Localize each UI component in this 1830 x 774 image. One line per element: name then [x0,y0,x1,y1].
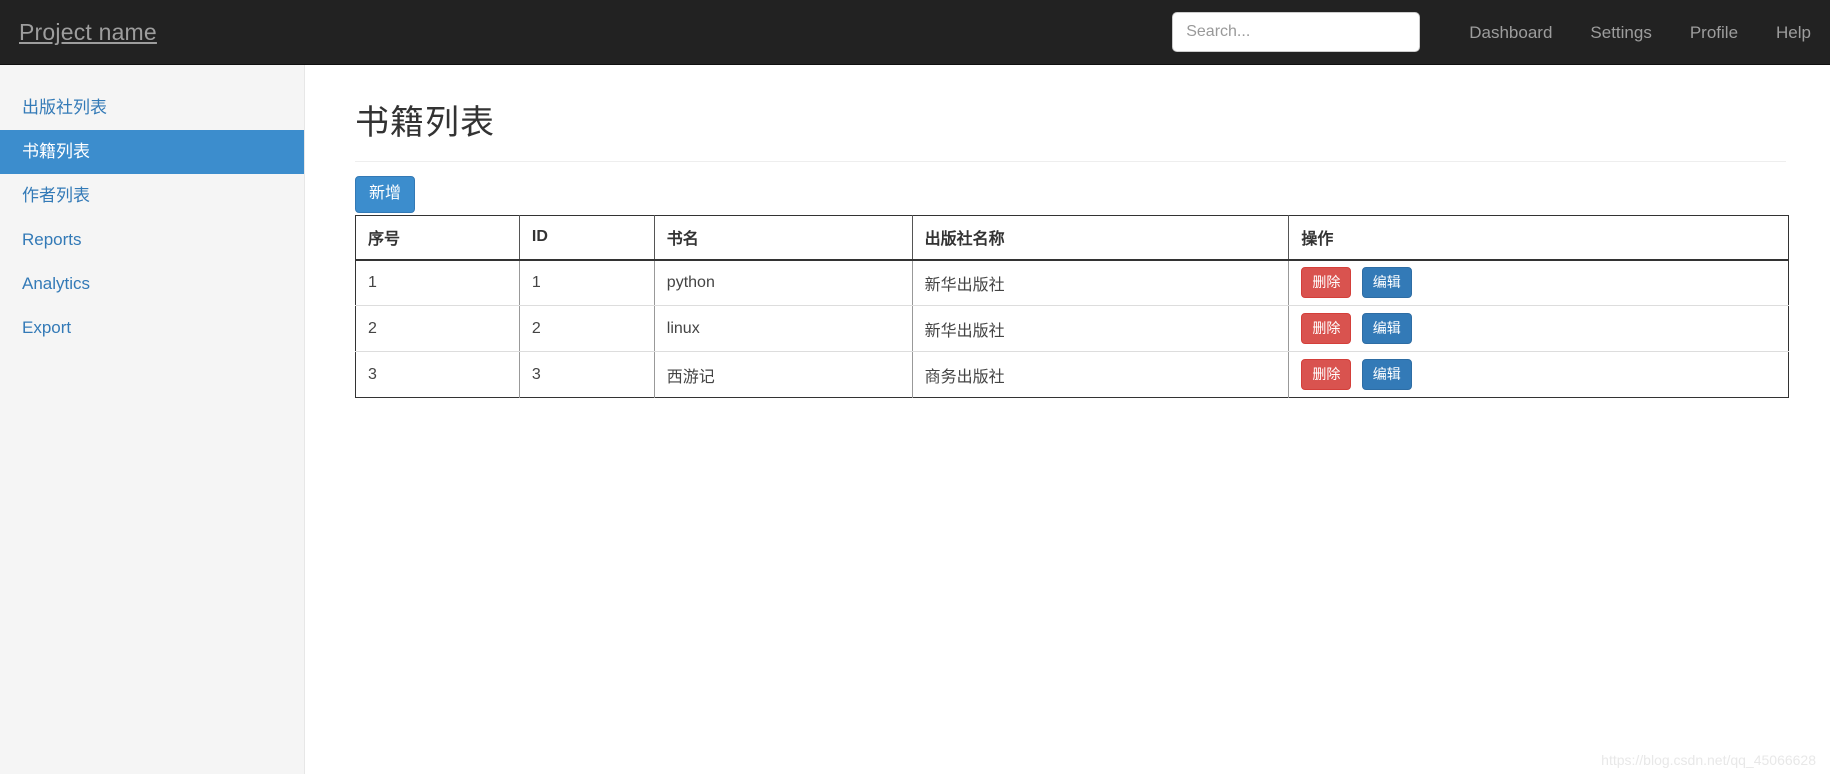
column-header-book-name: 书名 [654,215,913,261]
column-header-publisher: 出版社名称 [912,215,1290,261]
cell-id: 3 [519,351,655,398]
delete-button[interactable]: 删除 [1301,267,1352,299]
table-body: 1 1 python 新华出版社 删除 编辑 2 2 linux 新华出版社 删… [355,259,1789,398]
column-header-actions: 操作 [1288,215,1789,261]
table-header-row: 序号 ID 书名 出版社名称 操作 [355,215,1789,261]
table-row: 2 2 linux 新华出版社 删除 编辑 [355,305,1789,352]
cell-index: 3 [355,351,520,398]
edit-button[interactable]: 编辑 [1361,313,1412,344]
table-container: 序号 ID 书名 出版社名称 操作 1 1 python 新华出版社 删除 编辑 [355,215,1789,398]
cell-actions: 删除 编辑 [1288,259,1789,306]
column-header-id: ID [519,215,655,261]
sidebar-item-export[interactable]: Export [0,306,304,350]
sidebar-item-reports[interactable]: Reports [0,218,304,262]
page-header: 书籍列表 [355,65,1786,162]
search-input[interactable] [1172,12,1421,52]
cell-publisher: 新华出版社 [912,305,1290,352]
cell-book-name: linux [654,305,913,352]
cell-id: 2 [519,305,655,352]
add-button[interactable]: 新增 [355,176,416,213]
navbar-right-group: Dashboard Settings Profile Help [1172,0,1830,64]
cell-id: 1 [519,259,655,306]
cell-publisher: 商务出版社 [912,351,1290,398]
cell-index: 1 [355,259,520,306]
search-form [1172,12,1421,52]
nav-link-help[interactable]: Help [1757,0,1830,65]
page-title: 书籍列表 [355,104,495,142]
column-header-index: 序号 [355,215,520,261]
main-content: 书籍列表 新增 序号 ID 书名 出版社名称 操作 1 1 python 新华出… [306,65,1830,774]
delete-button[interactable]: 删除 [1301,313,1352,344]
top-navbar: Project name Dashboard Settings Profile … [0,0,1830,65]
nav-link-settings[interactable]: Settings [1571,0,1670,65]
nav-link-dashboard[interactable]: Dashboard [1450,0,1571,65]
nav-link-profile[interactable]: Profile [1671,0,1757,65]
table-row: 1 1 python 新华出版社 删除 编辑 [355,259,1789,306]
cell-publisher: 新华出版社 [912,259,1290,306]
cell-book-name: 西游记 [654,351,913,398]
brand-link[interactable]: Project name [0,20,157,44]
watermark: https://blog.csdn.net/qq_45066628 [1601,752,1816,768]
table-head: 序号 ID 书名 出版社名称 操作 [355,215,1789,261]
cell-book-name: python [654,259,913,306]
books-table: 序号 ID 书名 出版社名称 操作 1 1 python 新华出版社 删除 编辑 [355,215,1789,398]
edit-button[interactable]: 编辑 [1361,359,1412,390]
sidebar-item-publishers[interactable]: 出版社列表 [0,86,304,130]
sidebar-item-analytics[interactable]: Analytics [0,262,304,306]
cell-index: 2 [355,305,520,352]
edit-button[interactable]: 编辑 [1361,267,1412,299]
cell-actions: 删除 编辑 [1288,305,1789,352]
sidebar: 出版社列表 书籍列表 作者列表 Reports Analytics Export [0,65,305,774]
sidebar-item-books[interactable]: 书籍列表 [0,130,304,174]
sidebar-item-authors[interactable]: 作者列表 [0,174,304,218]
delete-button[interactable]: 删除 [1301,359,1352,390]
table-row: 3 3 西游记 商务出版社 删除 编辑 [355,351,1789,398]
cell-actions: 删除 编辑 [1289,352,1789,398]
